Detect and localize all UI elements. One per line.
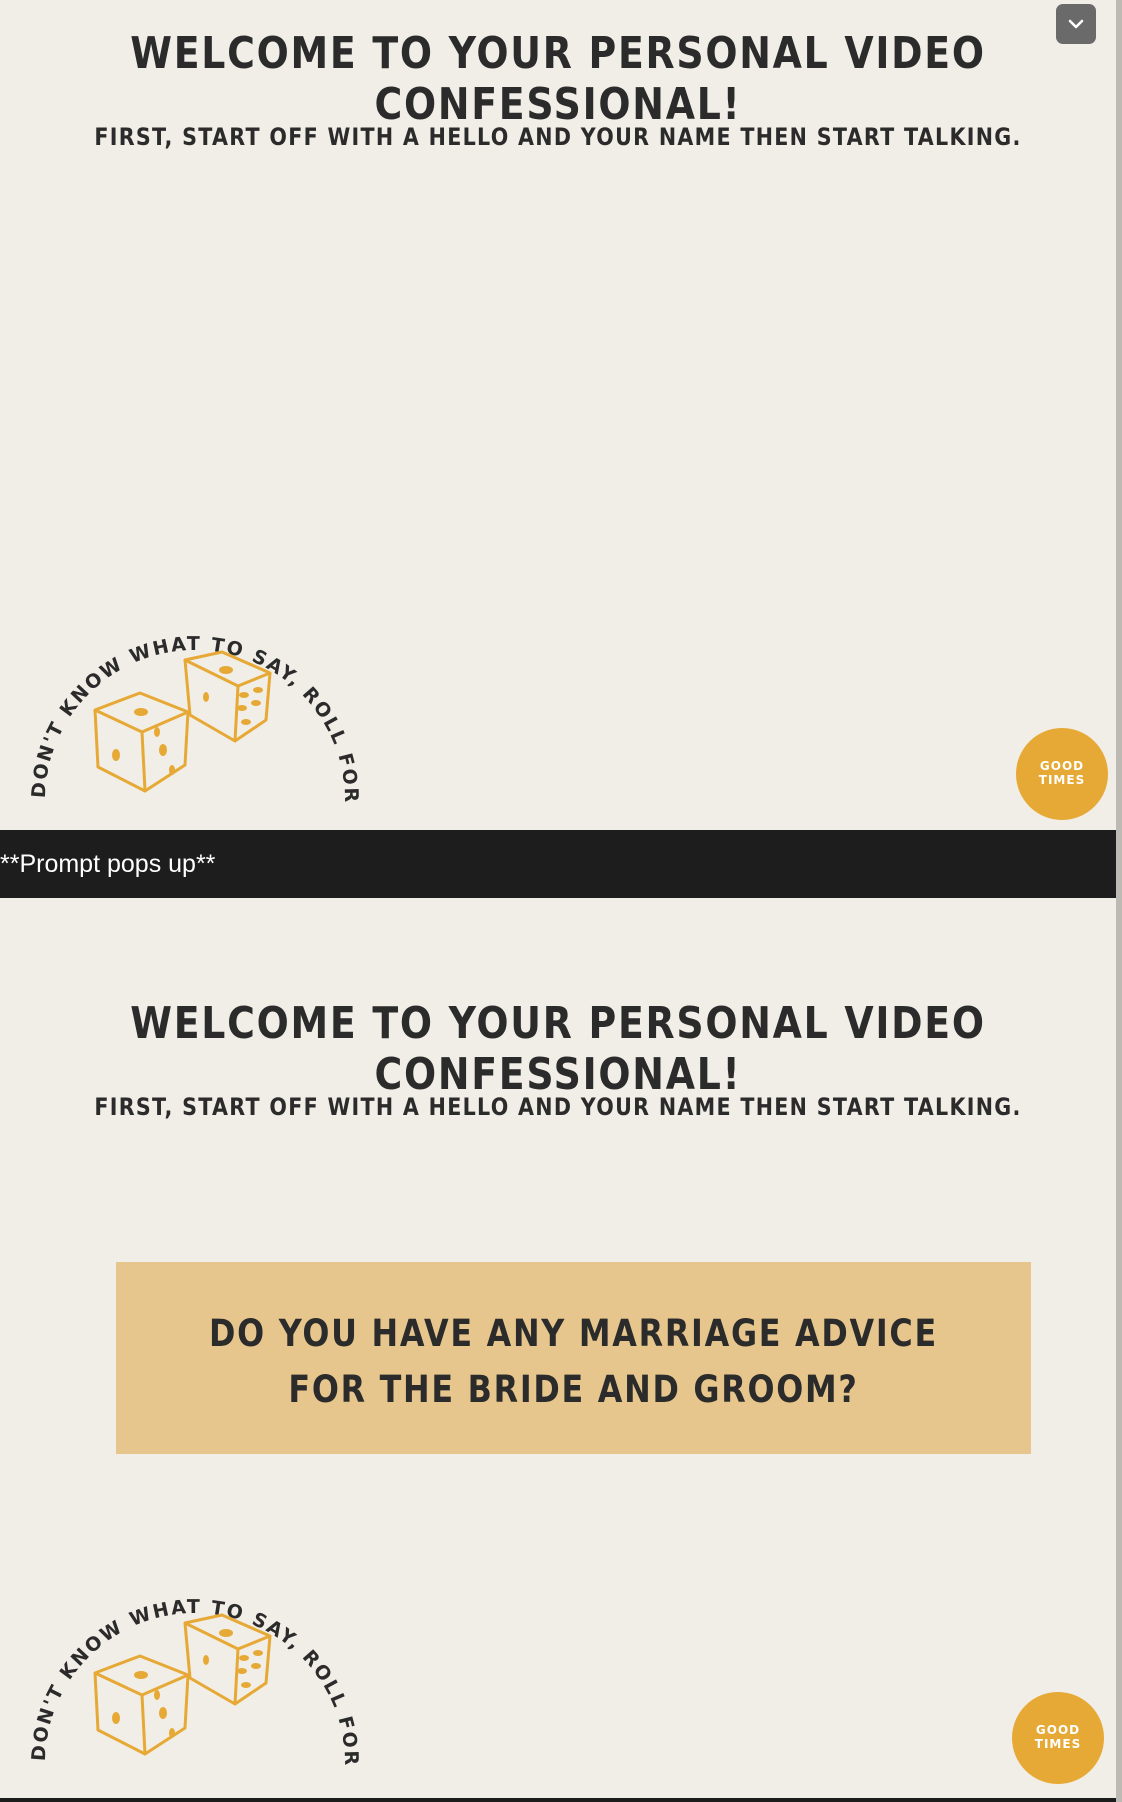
prompt-card: DO YOU HAVE ANY MARRIAGE ADVICE FOR THE … (116, 1262, 1031, 1454)
caption-text: **Prompt pops up** (0, 850, 216, 878)
caption-bar: **Prompt pops up** (0, 830, 1116, 898)
roll-prompt-button[interactable]: AND IF YOU DON'T KNOW WHAT TO SAY, ROLL … (0, 1506, 380, 1773)
collapse-button[interactable] (1056, 4, 1096, 44)
confessional-screen-after: WELCOME TO YOUR PERSONAL VIDEO CONFESSIO… (0, 898, 1116, 1798)
window-edge (1116, 0, 1122, 1802)
chevron-down-icon (1068, 19, 1084, 29)
page-title: WELCOME TO YOUR PERSONAL VIDEO CONFESSIO… (130, 28, 986, 130)
page-subtitle: FIRST, START OFF WITH A HELLO AND YOUR N… (94, 123, 1022, 151)
page-subtitle: FIRST, START OFF WITH A HELLO AND YOUR N… (94, 1093, 1022, 1121)
roll-prompt-button[interactable]: AND IF YOU DON'T KNOW WHAT TO SAY, ROLL … (0, 543, 380, 810)
prompt-text: DO YOU HAVE ANY MARRIAGE ADVICE FOR THE … (209, 1312, 938, 1411)
good-times-logo[interactable]: GOOD TIMES (1012, 1692, 1104, 1784)
confessional-screen-before: WELCOME TO YOUR PERSONAL VIDEO CONFESSIO… (0, 0, 1116, 830)
page-title: WELCOME TO YOUR PERSONAL VIDEO CONFESSIO… (130, 998, 986, 1100)
good-times-logo[interactable]: GOOD TIMES (1016, 728, 1108, 820)
